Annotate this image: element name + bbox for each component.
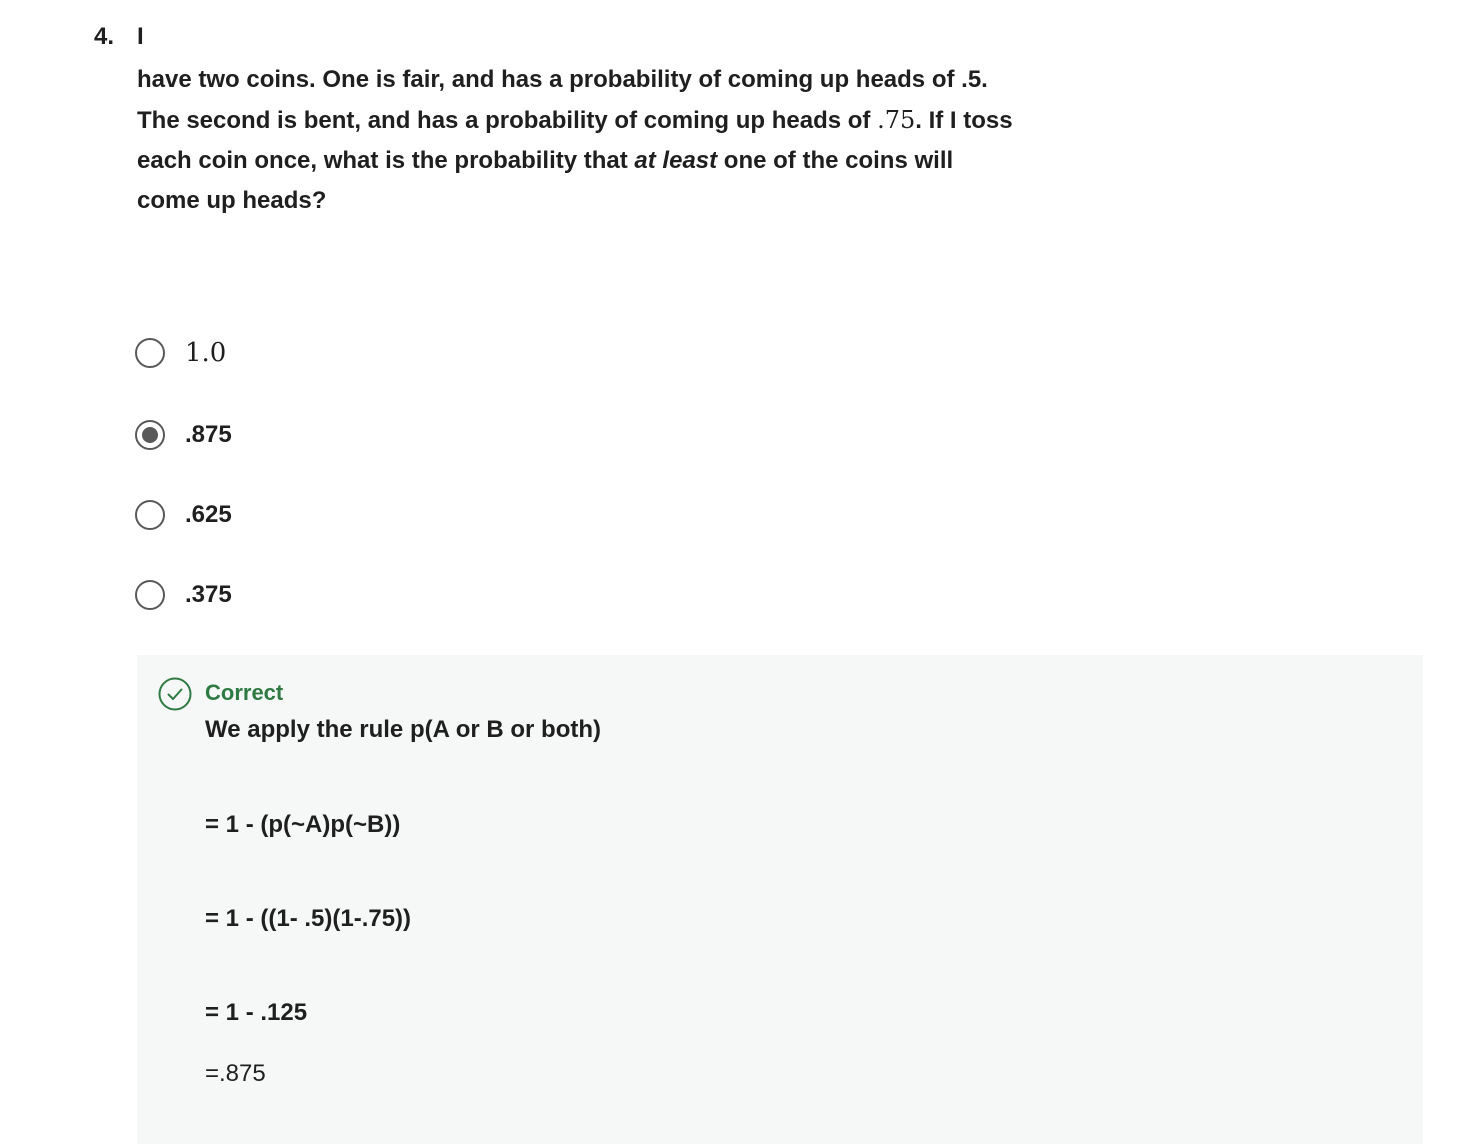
radio-button-3[interactable] xyxy=(135,500,165,530)
check-circle-icon xyxy=(158,677,192,711)
question-line-4: come up heads? xyxy=(137,187,327,214)
feedback-status: Correct xyxy=(205,680,284,705)
question-line-2-end: . If I toss xyxy=(915,107,1013,134)
question-number: 4. xyxy=(94,23,115,50)
option-label-3: .625 xyxy=(185,501,232,528)
option-2[interactable]: .875 xyxy=(135,415,232,455)
option-4[interactable]: .375 xyxy=(135,575,232,615)
feedback-panel: Correct We apply the rule p(A or B or bo… xyxy=(137,655,1423,1144)
option-label-4: .375 xyxy=(185,581,232,608)
quiz-page: 4. I have two coins. One is fair, and ha… xyxy=(0,0,1464,1144)
question-line-1: have two coins. One is fair, and has a p… xyxy=(137,66,988,93)
explanation-line-4: = 1 - .125 xyxy=(205,999,308,1026)
question-line-2: The second is bent, and has a probabilit… xyxy=(137,100,1057,141)
question-text: have two coins. One is fair, and has a p… xyxy=(137,60,1057,221)
question-line-2-text: The second is bent, and has a probabilit… xyxy=(137,107,878,134)
option-label-2: .875 xyxy=(185,421,232,448)
option-3[interactable]: .625 xyxy=(135,495,232,535)
explanation-line-1: We apply the rule p(A or B or both) xyxy=(205,716,601,743)
radio-button-2[interactable] xyxy=(135,420,165,450)
option-1[interactable]: 1.0 xyxy=(135,333,226,373)
question-line-3-end: one of the coins will xyxy=(717,147,954,174)
radio-button-4[interactable] xyxy=(135,580,165,610)
radio-button-1[interactable] xyxy=(135,338,165,368)
emphasis-text: at least xyxy=(634,147,718,174)
explanation-line-3: = 1 - ((1- .5)(1-.75)) xyxy=(205,905,412,932)
math-value: .75 xyxy=(877,106,916,134)
explanation-line-2: = 1 - (p(~A)p(~B)) xyxy=(205,811,401,838)
question-line-3-text: each coin once, what is the probability … xyxy=(137,147,635,174)
question-line-3: each coin once, what is the probability … xyxy=(137,141,1057,181)
explanation-line-5: =.875 xyxy=(205,1060,266,1087)
option-label-1: 1.0 xyxy=(185,338,227,368)
question-lead: I xyxy=(137,23,144,50)
